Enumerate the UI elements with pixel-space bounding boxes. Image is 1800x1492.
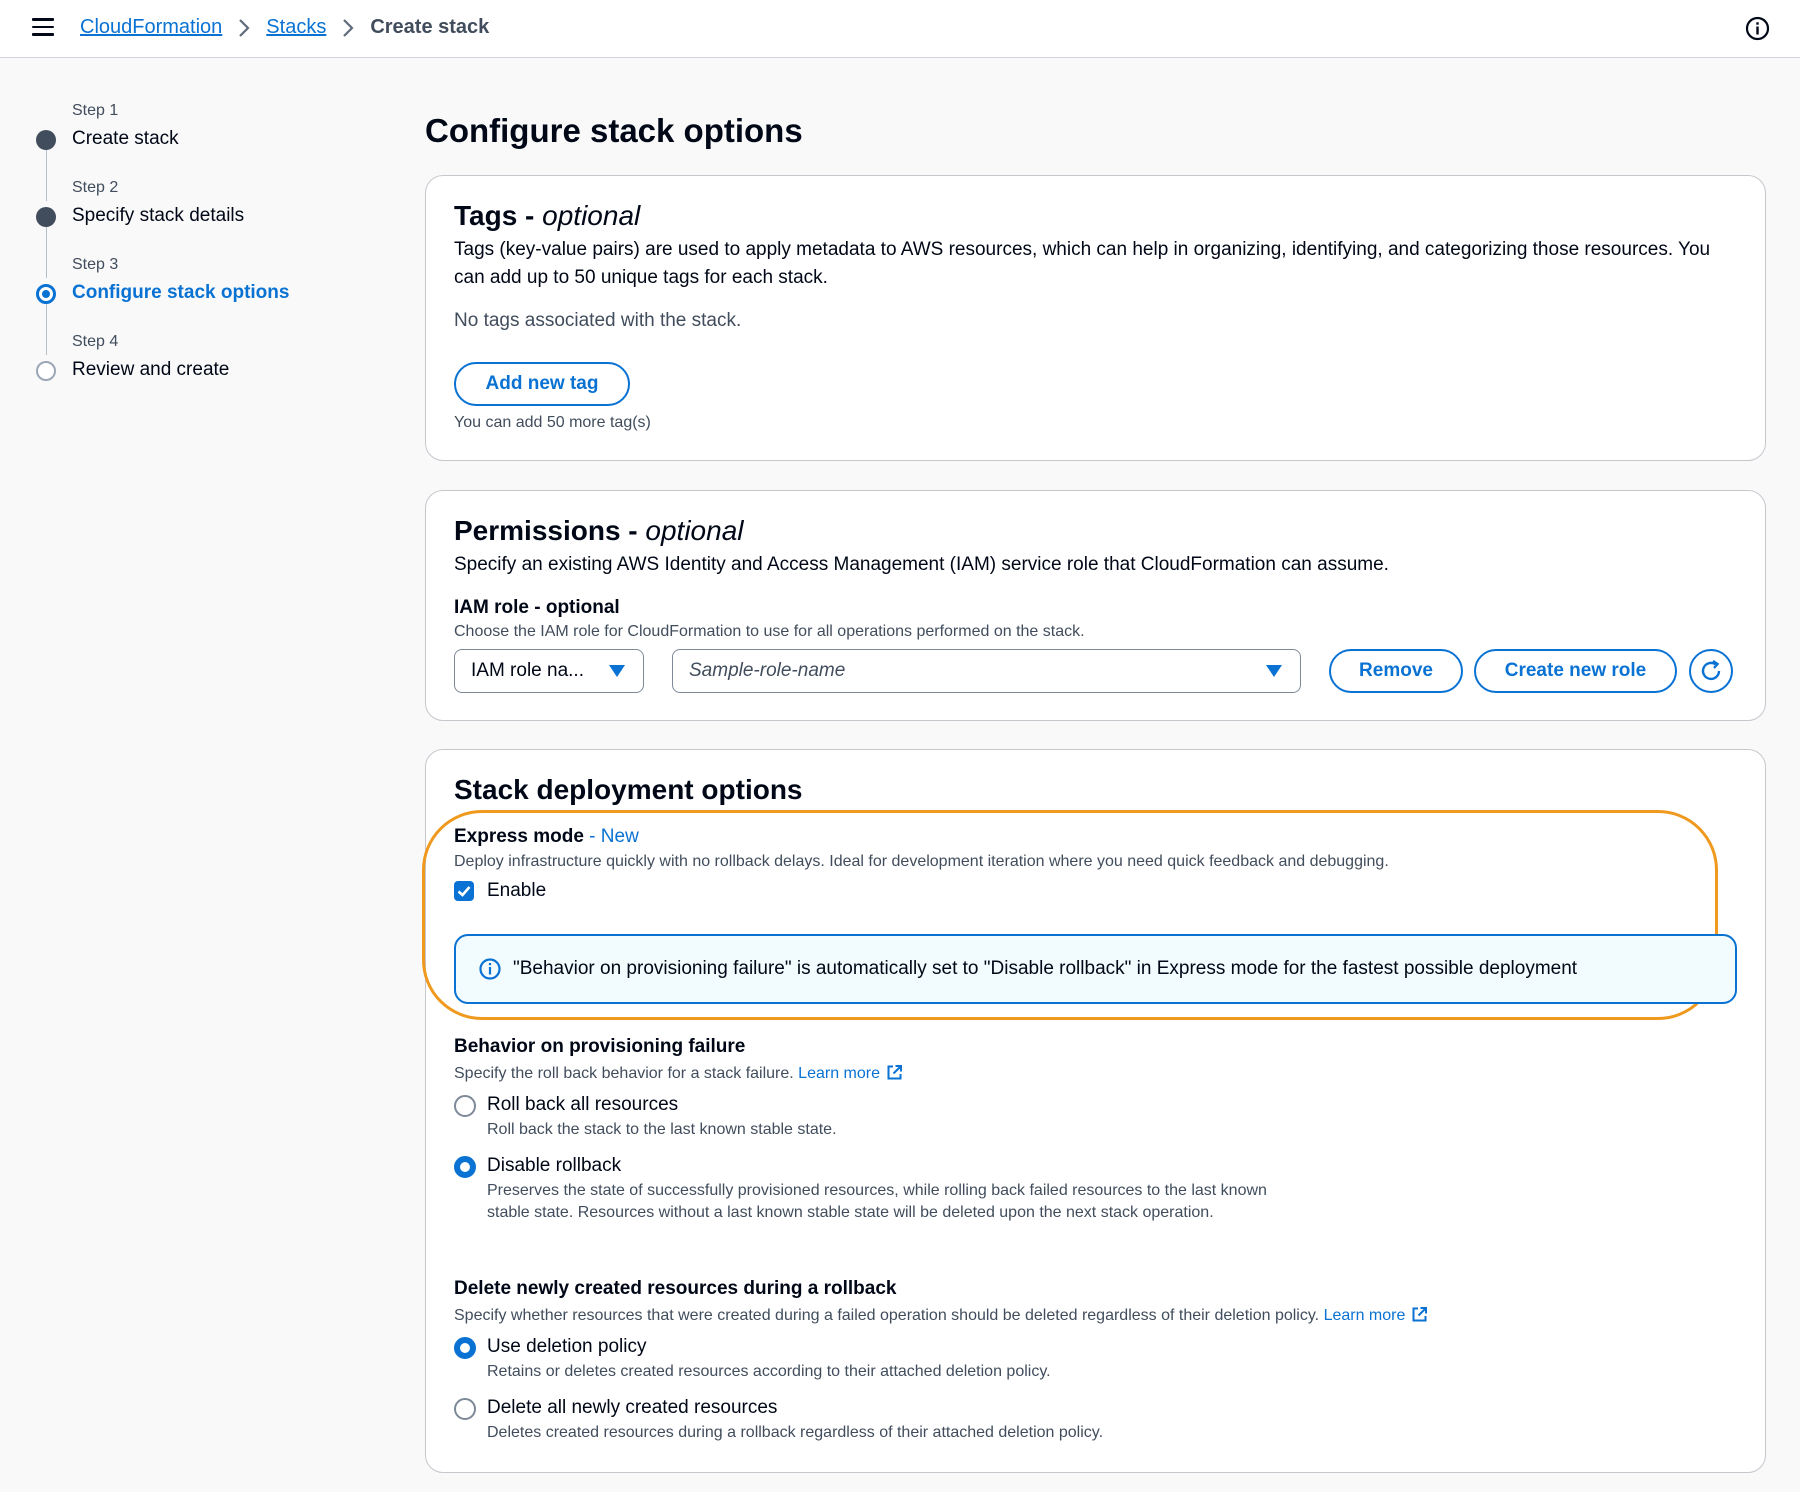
express-mode-description: Deploy infrastructure quickly with no ro… [454, 853, 1389, 870]
express-mode-checkbox[interactable] [454, 881, 474, 901]
step-label: Create stack [72, 128, 179, 149]
roll-back-all-radio[interactable] [454, 1095, 476, 1117]
info-alert-text: "Behavior on provisioning failure" is au… [513, 958, 1578, 979]
step-number: Step 3 [72, 256, 119, 273]
select-placeholder: Sample-role-name [689, 660, 846, 681]
create-new-role-button[interactable]: Create new role [1474, 649, 1677, 693]
page-title: Configure stack options [425, 112, 803, 149]
wizard-step-3: Step 3 Configure stack options [34, 252, 354, 355]
step-label: Configure stack options [72, 282, 290, 303]
external-link-icon [887, 1065, 902, 1080]
breadcrumb-stacks[interactable]: Stacks [266, 16, 326, 39]
external-link-icon [1412, 1307, 1428, 1322]
use-deletion-policy-label: Use deletion policy [487, 1336, 647, 1357]
disable-rollback-description: Preserves the state of successfully prov… [487, 1182, 1267, 1221]
delete-resources-description: Specify whether resources that were crea… [454, 1305, 1428, 1327]
tags-heading: Tags - optional [454, 200, 641, 231]
step-complete-icon [36, 130, 56, 150]
tags-panel: Tags - optional Tags (key-value pairs) a… [425, 175, 1766, 461]
iam-role-label: IAM role - optional [454, 597, 620, 618]
step-current-icon [36, 284, 56, 304]
new-badge: - New [583, 826, 639, 847]
step-label: Review and create [72, 359, 230, 380]
info-icon[interactable] [1745, 16, 1770, 41]
iam-role-hint: Choose the IAM role for CloudFormation t… [454, 623, 1085, 640]
roll-back-all-label: Roll back all resources [487, 1094, 679, 1115]
disable-rollback-radio[interactable] [454, 1156, 476, 1178]
tags-description: Tags (key-value pairs) are used to apply… [454, 239, 1711, 288]
top-navigation: CloudFormation Stacks Create stack [0, 0, 1800, 58]
select-value: IAM role na... [471, 660, 584, 681]
step-number: Step 1 [72, 102, 119, 119]
tags-limit-hint: You can add 50 more tag(s) [454, 414, 651, 431]
step-label: Specify stack details [72, 205, 245, 226]
delete-resources-label: Delete newly created resources during a … [454, 1278, 897, 1299]
permissions-panel: Permissions - optional Specify an existi… [425, 490, 1766, 721]
breadcrumb: CloudFormation Stacks Create stack [80, 16, 489, 39]
learn-more-link[interactable]: Learn more [1324, 1307, 1406, 1324]
roll-back-all-description: Roll back the stack to the last known st… [487, 1121, 837, 1138]
iam-role-name-select[interactable]: Sample-role-name [672, 649, 1301, 693]
use-deletion-policy-description: Retains or deletes created resources acc… [487, 1363, 1051, 1380]
chevron-right-icon [342, 18, 354, 38]
step-number: Step 4 [72, 333, 119, 350]
wizard-step-4: Step 4 Review and create [34, 329, 354, 406]
delete-all-resources-radio[interactable] [454, 1398, 476, 1420]
tags-empty-text: No tags associated with the stack. [454, 310, 742, 331]
failure-behavior-label: Behavior on provisioning failure [454, 1036, 746, 1057]
delete-all-resources-description: Deletes created resources during a rollb… [487, 1424, 1104, 1441]
wizard-steps: Step 1 Create stack Step 2 Specify stack… [34, 98, 354, 406]
delete-all-resources-label: Delete all newly created resources [487, 1397, 778, 1418]
permissions-heading: Permissions - optional [454, 515, 744, 546]
caret-down-icon [1266, 665, 1282, 677]
step-pending-icon [36, 361, 56, 381]
chevron-right-icon [238, 18, 250, 38]
express-info-alert: "Behavior on provisioning failure" is au… [454, 934, 1737, 1004]
menu-icon[interactable] [32, 18, 54, 38]
disable-rollback-label: Disable rollback [487, 1155, 622, 1176]
deployment-options-panel: Stack deployment options Express mode - … [422, 749, 1766, 1473]
step-number: Step 2 [72, 179, 119, 196]
deployment-heading: Stack deployment options [454, 774, 803, 805]
use-deletion-policy-radio[interactable] [454, 1337, 476, 1359]
check-icon [457, 886, 471, 897]
express-mode-label: Express mode - New [454, 826, 639, 847]
wizard-step-1[interactable]: Step 1 Create stack [34, 98, 354, 201]
permissions-description: Specify an existing AWS Identity and Acc… [454, 554, 1389, 575]
learn-more-link[interactable]: Learn more [798, 1065, 880, 1082]
breadcrumb-current: Create stack [370, 16, 490, 38]
refresh-icon [1701, 660, 1721, 681]
info-icon [479, 958, 501, 980]
wizard-step-2[interactable]: Step 2 Specify stack details [34, 175, 354, 278]
refresh-button[interactable] [1689, 649, 1733, 693]
step-complete-icon [36, 207, 56, 227]
failure-behavior-description: Specify the roll back behavior for a sta… [454, 1063, 903, 1085]
enable-label: Enable [487, 880, 547, 901]
breadcrumb-cloudformation[interactable]: CloudFormation [80, 16, 222, 39]
remove-role-button[interactable]: Remove [1329, 649, 1463, 693]
caret-down-icon [609, 665, 625, 677]
add-new-tag-button[interactable]: Add new tag [454, 362, 630, 406]
iam-role-type-select[interactable]: IAM role na... [454, 649, 644, 693]
